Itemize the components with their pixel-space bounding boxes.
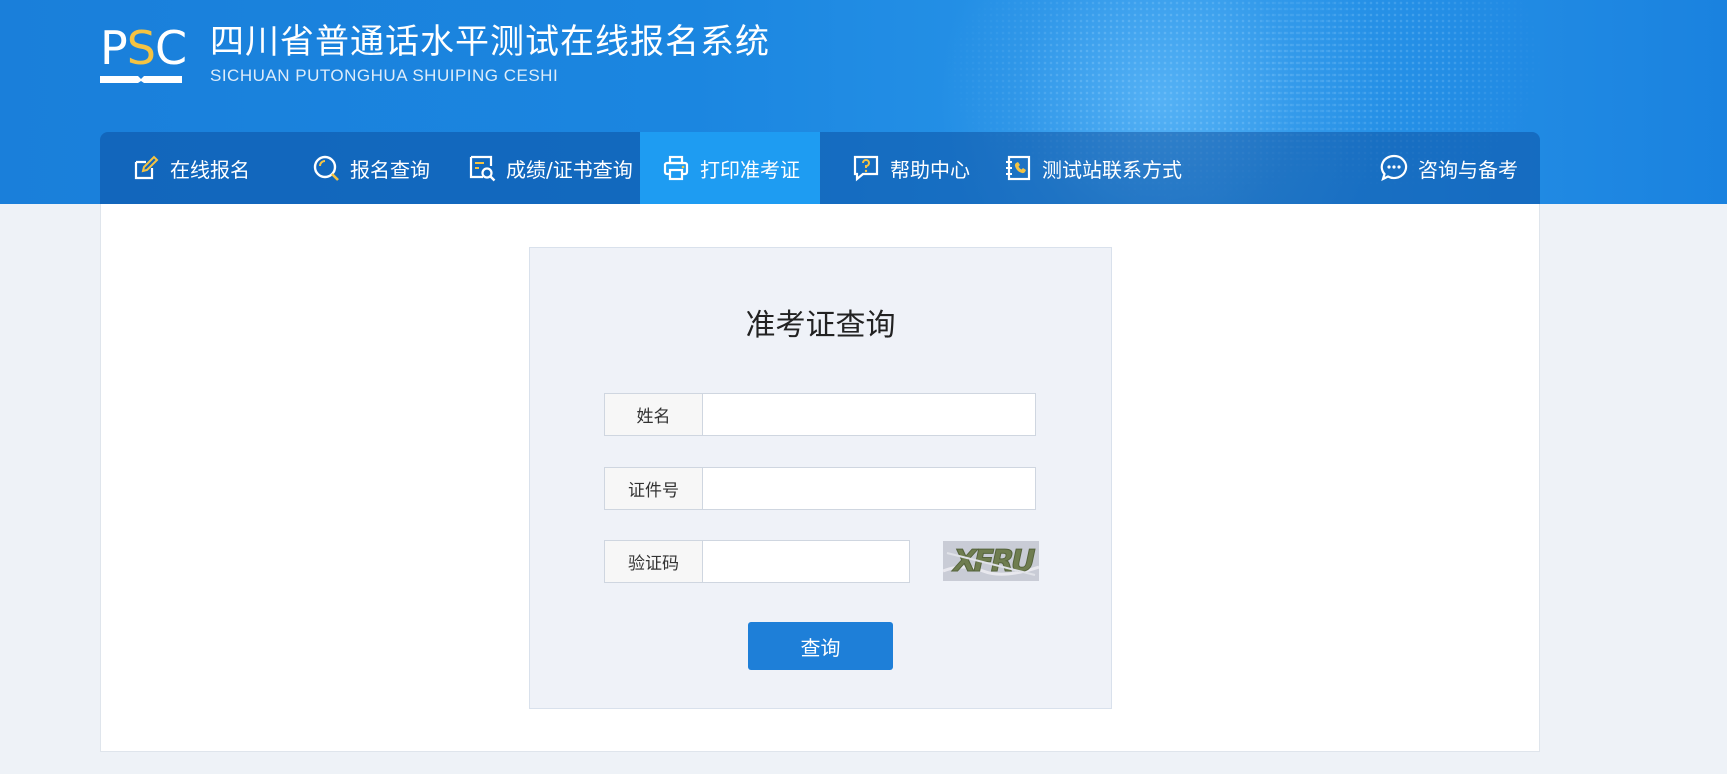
help-icon [853, 155, 879, 182]
nav-label: 帮助中心 [890, 157, 970, 182]
site-title: 四川省普通话水平测试在线报名系统 [210, 22, 770, 62]
search-icon [313, 155, 339, 181]
site-subtitle: SICHUAN PUTONGHUA SHUIPING CESHI [210, 66, 559, 85]
nav-label: 报名查询 [350, 157, 430, 182]
captcha-label: 验证码 [604, 540, 703, 583]
nav-label: 打印准考证 [700, 157, 800, 182]
chat-icon [1380, 154, 1408, 182]
nav-label: 成绩/证书查询 [506, 157, 633, 182]
nav-item-signup-query[interactable]: 报名查询 [312, 132, 430, 204]
nav-item-station-contact[interactable]: 测试站联系方式 [1004, 132, 1182, 204]
book-icon [100, 76, 182, 83]
admission-query-panel: 准考证查询 姓名 证件号 验证码 XFRU 查询 [529, 247, 1112, 709]
nav-label: 在线报名 [170, 157, 250, 182]
nav-item-score-query[interactable]: 成绩/证书查询 [468, 132, 633, 204]
captcha-input[interactable] [702, 540, 910, 583]
main-nav: 在线报名 报名查询 成绩/证书查询 打印准考证 帮助中心 测试站联系方式 咨询与… [100, 132, 1540, 204]
nav-item-online-signup[interactable]: 在线报名 [132, 132, 250, 204]
psc-logo[interactable]: PSC [100, 24, 187, 86]
name-input[interactable] [702, 393, 1036, 436]
name-label: 姓名 [604, 393, 703, 436]
printer-icon [663, 155, 689, 181]
nav-item-help-center[interactable]: 帮助中心 [852, 132, 970, 204]
nav-item-print-admission[interactable]: 打印准考证 [640, 132, 820, 204]
nav-label: 咨询与备考 [1418, 157, 1518, 182]
captcha-text: XFRU [949, 544, 1036, 579]
query-button[interactable]: 查询 [748, 622, 893, 670]
contact-book-icon [1006, 155, 1031, 181]
captcha-image[interactable]: XFRU [943, 541, 1039, 581]
header-banner: PSC 四川省普通话水平测试在线报名系统 SICHUAN PUTONGHUA S… [0, 0, 1727, 204]
nav-label: 测试站联系方式 [1042, 157, 1182, 182]
nav-item-consult-prep[interactable]: 咨询与备考 [1380, 132, 1518, 204]
edit-icon [134, 155, 159, 180]
id-number-input[interactable] [702, 467, 1036, 510]
panel-title: 准考证查询 [745, 308, 896, 343]
certificate-search-icon [469, 155, 496, 182]
id-number-label: 证件号 [604, 467, 703, 510]
